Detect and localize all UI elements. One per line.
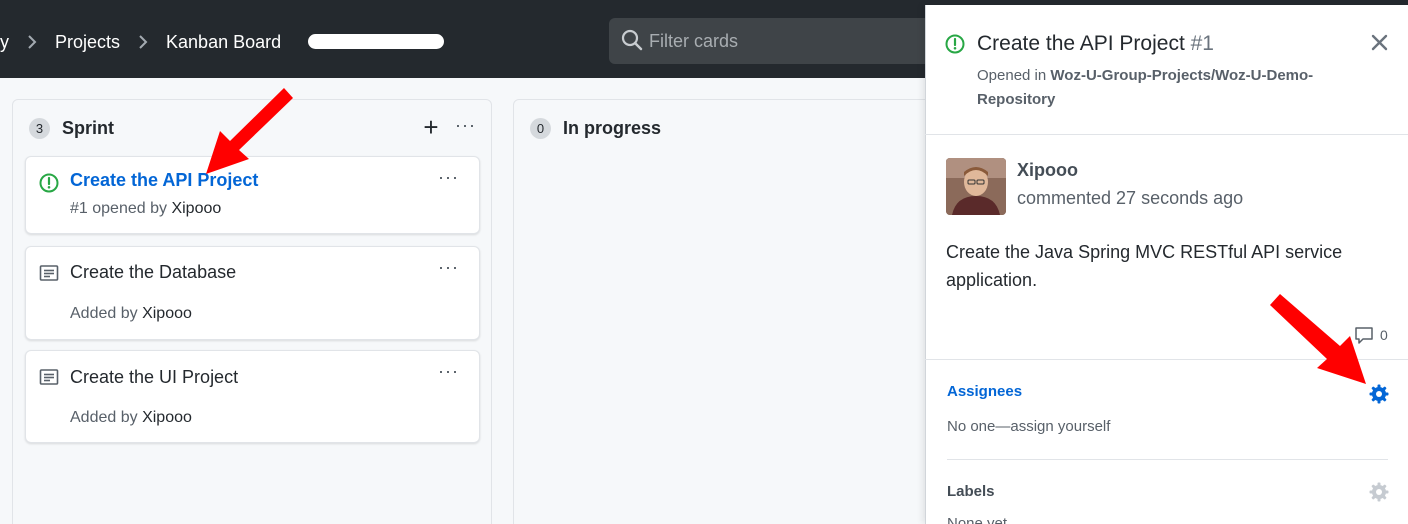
card-menu-button[interactable]: ··· bbox=[438, 257, 459, 278]
column-title: In progress bbox=[563, 118, 662, 138]
card-meta-prefix: #1 opened by bbox=[70, 200, 167, 217]
note-icon bbox=[39, 265, 59, 281]
avatar[interactable] bbox=[946, 158, 1006, 215]
column-header: 0 In progress bbox=[530, 118, 661, 139]
column-in-progress: 0 In progress bbox=[513, 99, 993, 524]
card-meta-user[interactable]: Xipooo bbox=[142, 409, 192, 426]
breadcrumb-item-projects[interactable]: Projects bbox=[55, 32, 120, 53]
comment-timestamp: commented 27 seconds ago bbox=[1017, 188, 1244, 208]
card-meta-user[interactable]: Xipooo bbox=[142, 305, 192, 322]
pane-issue-number: #1 bbox=[1190, 32, 1214, 55]
assignees-value[interactable]: No one—assign yourself bbox=[947, 418, 1110, 435]
card-create-database[interactable]: Create the Database Added by Xipooo ··· bbox=[25, 246, 480, 340]
add-card-button[interactable]: + bbox=[419, 114, 443, 140]
pane-issue-title[interactable]: Create the API Project bbox=[977, 32, 1185, 55]
filter-cards-box[interactable] bbox=[609, 18, 949, 64]
card-meta-prefix: Added by bbox=[70, 305, 138, 322]
labels-label: Labels bbox=[947, 483, 995, 500]
comment-author[interactable]: Xipooo bbox=[1017, 160, 1078, 181]
breadcrumb: y Projects Kanban Board bbox=[0, 30, 281, 54]
redacted-text-bar bbox=[308, 34, 444, 49]
column-menu-button[interactable]: ··· bbox=[455, 114, 477, 140]
column-header: 3 Sprint bbox=[29, 118, 114, 139]
card-meta: Added by Xipooo bbox=[70, 409, 192, 427]
card-meta: #1 opened by Xipooo bbox=[70, 200, 221, 218]
column-title: Sprint bbox=[62, 118, 114, 138]
labels-value: None yet bbox=[947, 515, 1008, 524]
chevron-right-icon bbox=[27, 35, 37, 49]
pane-opened-in: Opened in Woz-U-Group-Projects/Woz-U-Dem… bbox=[977, 64, 1317, 112]
divider bbox=[947, 459, 1388, 460]
search-icon bbox=[621, 29, 643, 51]
comment-body: Create the Java Spring MVC RESTful API s… bbox=[946, 242, 1343, 290]
comment-count-value: 0 bbox=[1380, 327, 1388, 343]
assignees-label[interactable]: Assignees bbox=[947, 383, 1022, 400]
pane-title: Create the API Project #1 bbox=[977, 32, 1214, 56]
column-card-count: 0 bbox=[530, 118, 551, 139]
close-icon[interactable] bbox=[1369, 32, 1391, 54]
column-card-count: 3 bbox=[29, 118, 50, 139]
annotation-arrow-icon bbox=[206, 88, 293, 174]
filter-cards-input[interactable] bbox=[649, 18, 929, 64]
issue-opened-icon bbox=[945, 34, 965, 54]
card-meta-user[interactable]: Xipooo bbox=[171, 200, 221, 217]
breadcrumb-item-kanban-board[interactable]: Kanban Board bbox=[166, 32, 281, 53]
gear-icon[interactable] bbox=[1369, 482, 1389, 502]
card-title[interactable]: Create the Database bbox=[70, 262, 236, 283]
issue-opened-icon bbox=[39, 173, 59, 193]
note-icon bbox=[39, 369, 59, 385]
card-meta-prefix: Added by bbox=[70, 409, 138, 426]
opened-prefix: Opened in bbox=[977, 67, 1047, 84]
card-title[interactable]: Create the UI Project bbox=[70, 367, 238, 388]
annotation-arrow-icon bbox=[1270, 294, 1366, 384]
chevron-right-icon bbox=[138, 35, 148, 49]
divider bbox=[925, 134, 1408, 135]
card-meta: Added by Xipooo bbox=[70, 305, 192, 323]
card-menu-button[interactable]: ··· bbox=[438, 167, 459, 188]
card-create-ui-project[interactable]: Create the UI Project Added by Xipooo ··… bbox=[25, 350, 480, 443]
breadcrumb-item-owner[interactable]: y bbox=[0, 32, 9, 53]
card-menu-button[interactable]: ··· bbox=[438, 361, 459, 382]
